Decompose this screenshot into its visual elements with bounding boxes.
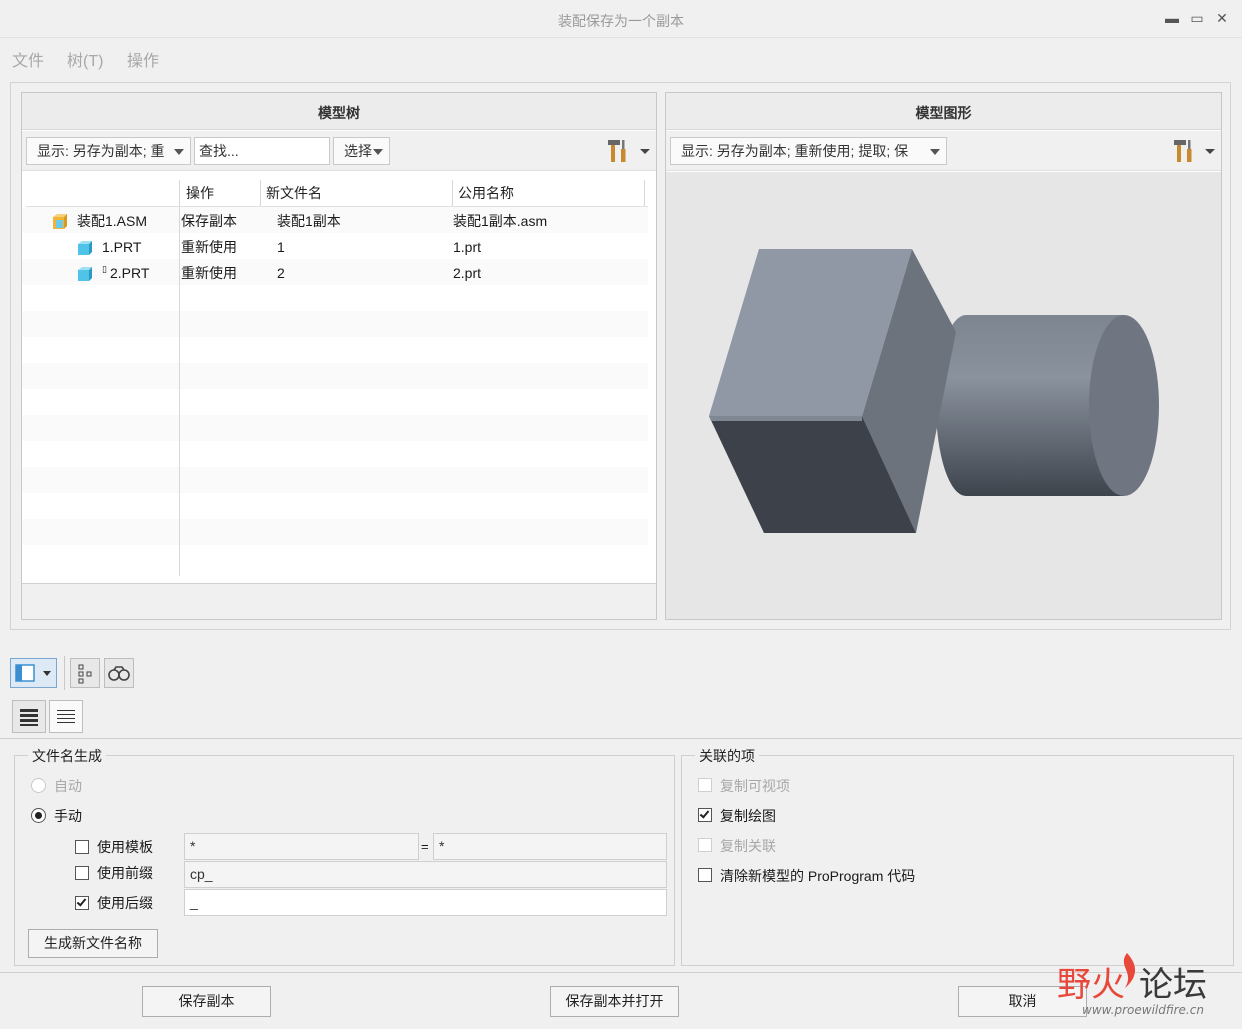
chevron-down-icon bbox=[174, 149, 184, 155]
template-left-field[interactable]: * bbox=[184, 833, 419, 860]
filename-generation-group: 文件名生成 自动 手动 使用模板 使用前缀 使用后缀 * = * cp_ _ 生… bbox=[14, 746, 675, 966]
menu-operations[interactable]: 操作 bbox=[127, 47, 159, 71]
manual-radio[interactable] bbox=[31, 808, 46, 823]
graphics-display-dropdown[interactable]: 显示: 另存为副本; 重新使用; 提取; 保 bbox=[670, 137, 947, 165]
menu-file[interactable]: 文件 bbox=[12, 47, 44, 71]
list-heavy-icon bbox=[20, 709, 38, 726]
compact-view-button[interactable] bbox=[49, 700, 83, 733]
save-copy-button[interactable]: 保存副本 bbox=[142, 986, 271, 1017]
use-suffix-checkbox[interactable] bbox=[75, 896, 89, 910]
related-items-legend: 关联的项 bbox=[695, 746, 759, 766]
part-icon bbox=[77, 264, 93, 290]
column-header-new-filename[interactable]: 新文件名 bbox=[266, 180, 322, 206]
related-items-group: 关联的项 复制可视项 复制绘图 复制关联 清除新模型的 ProProgram 代… bbox=[681, 746, 1234, 966]
tree-item-common-name[interactable]: 装配1副本.asm bbox=[453, 208, 547, 234]
column-header-operation[interactable]: 操作 bbox=[186, 180, 214, 206]
menu-tree[interactable]: 树(T) bbox=[67, 47, 103, 71]
column-header-common-name[interactable]: 公用名称 bbox=[458, 180, 514, 206]
watermark-logo: 野火 论坛 www.proewildfire.cn bbox=[1047, 948, 1222, 1018]
manual-label: 手动 bbox=[54, 808, 82, 824]
generate-filename-button[interactable]: 生成新文件名称 bbox=[28, 929, 158, 958]
minimize-icon[interactable]: ▬ bbox=[1163, 9, 1181, 27]
graphics-display-value: 显示: 另存为副本; 重新使用; 提取; 保 bbox=[681, 143, 909, 159]
tree-item-new-name[interactable]: 2 bbox=[277, 260, 285, 286]
expanded-view-button[interactable] bbox=[12, 700, 46, 733]
3d-model-preview bbox=[709, 249, 1159, 533]
suffix-field[interactable]: _ bbox=[184, 889, 667, 916]
use-suffix-label: 使用后缀 bbox=[97, 895, 153, 911]
search-input[interactable]: 查找... bbox=[194, 137, 330, 165]
copy-visible-label: 复制可视项 bbox=[720, 778, 790, 794]
select-dropdown[interactable]: 选择 bbox=[333, 137, 390, 165]
tree-item-operation[interactable]: 保存副本 bbox=[181, 208, 237, 234]
select-value: 选择 bbox=[344, 143, 372, 159]
table-row[interactable]: 1.PRT 重新使用 1 1.prt bbox=[22, 234, 656, 260]
layout-toggle-button[interactable] bbox=[10, 658, 57, 688]
watermark-brand-part2: 论坛 bbox=[1139, 965, 1207, 1005]
flame-logo-icon: 野火 论坛 www.proewildfire.cn bbox=[1057, 953, 1207, 1017]
model-graphics-panel: 模型图形 显示: 另存为副本; 重新使用; 提取; 保 bbox=[665, 92, 1222, 620]
prefix-field[interactable]: cp_ bbox=[184, 861, 667, 888]
copy-visible-checkbox[interactable] bbox=[698, 778, 712, 792]
auto-radio[interactable] bbox=[31, 778, 46, 793]
template-right-field[interactable]: * bbox=[433, 833, 667, 860]
tree-display-dropdown[interactable]: 显示: 另存为副本; 重 bbox=[26, 137, 191, 165]
tree-item-name: 2.PRT bbox=[110, 265, 150, 281]
tree-structure-icon bbox=[78, 664, 92, 684]
tree-item-common-name[interactable]: 2.prt bbox=[453, 260, 481, 286]
clear-proprogram-label: 清除新模型的 ProProgram 代码 bbox=[720, 868, 916, 884]
panel-layout-icon bbox=[15, 664, 51, 682]
tree-item-new-name[interactable]: 1 bbox=[277, 234, 285, 260]
watermark-brand-part1: 野火 bbox=[1057, 965, 1125, 1005]
copy-relations-checkbox[interactable] bbox=[698, 838, 712, 852]
list-icon bbox=[57, 710, 75, 723]
clear-proprogram-checkbox[interactable] bbox=[698, 868, 712, 882]
close-icon[interactable]: ✕ bbox=[1213, 9, 1231, 27]
watermark-url: www.proewildfire.cn bbox=[1082, 1003, 1204, 1017]
model-tree-table: 操作 新文件名 公用名称 装配1.ASM 保存副本 装配1副本 装配1副本.as… bbox=[22, 172, 656, 596]
use-prefix-label: 使用前缀 bbox=[97, 865, 153, 881]
use-template-checkbox[interactable] bbox=[75, 840, 89, 854]
model-3d-viewport[interactable] bbox=[666, 172, 1221, 619]
menu-bar: 文件 树(T) 操作 bbox=[0, 38, 1242, 76]
copy-relations-label: 复制关联 bbox=[720, 838, 776, 854]
model-tree-toolbar: 显示: 另存为副本; 重 查找... 选择 bbox=[22, 131, 656, 171]
model-graphics-toolbar: 显示: 另存为副本; 重新使用; 提取; 保 bbox=[666, 131, 1221, 171]
filename-generation-legend: 文件名生成 bbox=[28, 746, 106, 766]
chevron-down-icon[interactable] bbox=[640, 149, 650, 154]
chevron-down-icon bbox=[930, 149, 940, 155]
model-tree-statusbar bbox=[22, 583, 656, 619]
auto-label: 自动 bbox=[54, 778, 82, 794]
window-title: 装配保存为一个副本 bbox=[558, 13, 684, 29]
save-copy-and-open-button[interactable]: 保存副本并打开 bbox=[550, 986, 679, 1017]
settings-tools-icon[interactable] bbox=[1171, 137, 1197, 165]
find-button[interactable] bbox=[104, 658, 134, 688]
model-tree-header: 模型树 bbox=[22, 93, 656, 130]
title-bar: 装配保存为一个副本 ▬ ▭ ✕ bbox=[0, 0, 1242, 38]
model-graphics-header: 模型图形 bbox=[666, 93, 1221, 130]
binoculars-icon bbox=[108, 666, 130, 681]
tree-structure-button[interactable] bbox=[70, 658, 100, 688]
settings-tools-icon[interactable] bbox=[605, 137, 631, 165]
tree-item-new-name[interactable]: 装配1副本 bbox=[277, 208, 341, 234]
table-row[interactable]: ▯ 2.PRT 重新使用 2 2.prt bbox=[22, 260, 656, 286]
tree-item-operation[interactable]: 重新使用 bbox=[181, 234, 237, 260]
tree-item-common-name[interactable]: 1.prt bbox=[453, 234, 481, 260]
tree-item-name: 1.PRT bbox=[102, 239, 142, 255]
use-prefix-checkbox[interactable] bbox=[75, 866, 89, 880]
chevron-down-icon[interactable] bbox=[1205, 149, 1215, 154]
chevron-down-icon bbox=[373, 149, 383, 155]
copy-drawing-label: 复制绘图 bbox=[720, 808, 776, 824]
flag-icon: ▯ bbox=[102, 264, 107, 274]
tree-item-operation[interactable]: 重新使用 bbox=[181, 260, 237, 286]
maximize-icon[interactable]: ▭ bbox=[1188, 9, 1206, 27]
model-tree-panel: 模型树 显示: 另存为副本; 重 查找... 选择 操作 新文件名 公用名称 装… bbox=[21, 92, 657, 620]
tree-item-name: 装配1.ASM bbox=[77, 213, 148, 229]
equals-label: = bbox=[421, 839, 429, 854]
table-row[interactable]: 装配1.ASM 保存副本 装配1副本 装配1副本.asm bbox=[22, 208, 656, 234]
copy-drawing-checkbox[interactable] bbox=[698, 808, 712, 822]
use-template-label: 使用模板 bbox=[97, 839, 153, 855]
tree-display-value: 显示: 另存为副本; 重 bbox=[37, 143, 165, 159]
